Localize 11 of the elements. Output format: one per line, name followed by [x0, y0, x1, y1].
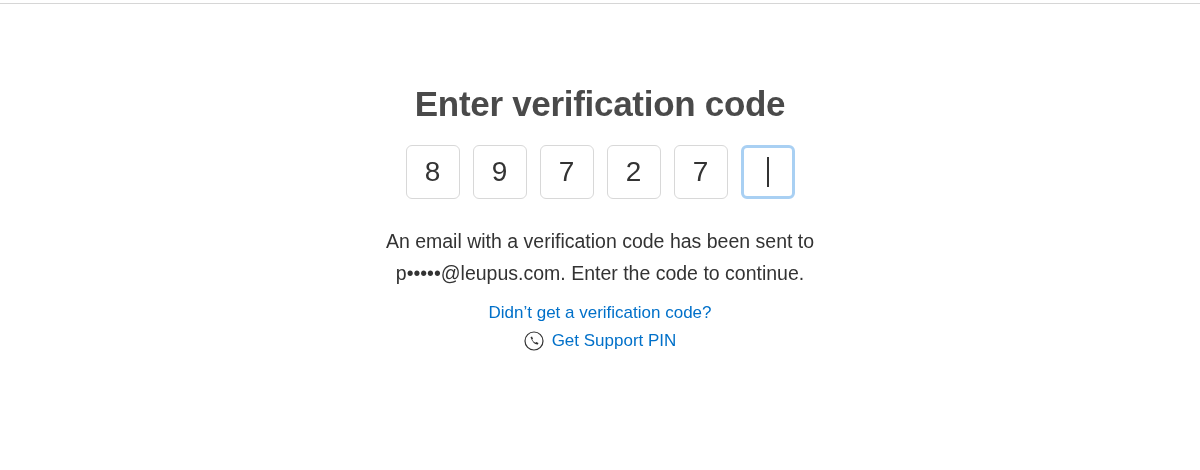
code-digit-field[interactable]: 8 [405, 145, 460, 199]
code-digit-field[interactable]: 2 [606, 145, 661, 199]
instruction-text: An email with a verification code has been sent to p•••••@leupus.com. Enter the code to continue. [384, 229, 816, 286]
code-digit-field[interactable]: 7 [673, 145, 728, 199]
code-digit-field[interactable]: 7 [539, 145, 594, 199]
code-digit-field[interactable]: 9 [472, 145, 527, 199]
code-digit-field[interactable] [740, 145, 795, 199]
support-pin-link[interactable]: Get Support PIN [523, 331, 677, 351]
phone-icon [523, 331, 544, 351]
resend-code-link[interactable]: Didn’t get a verification code? [488, 303, 712, 323]
page-title: Enter verification code [414, 84, 786, 124]
